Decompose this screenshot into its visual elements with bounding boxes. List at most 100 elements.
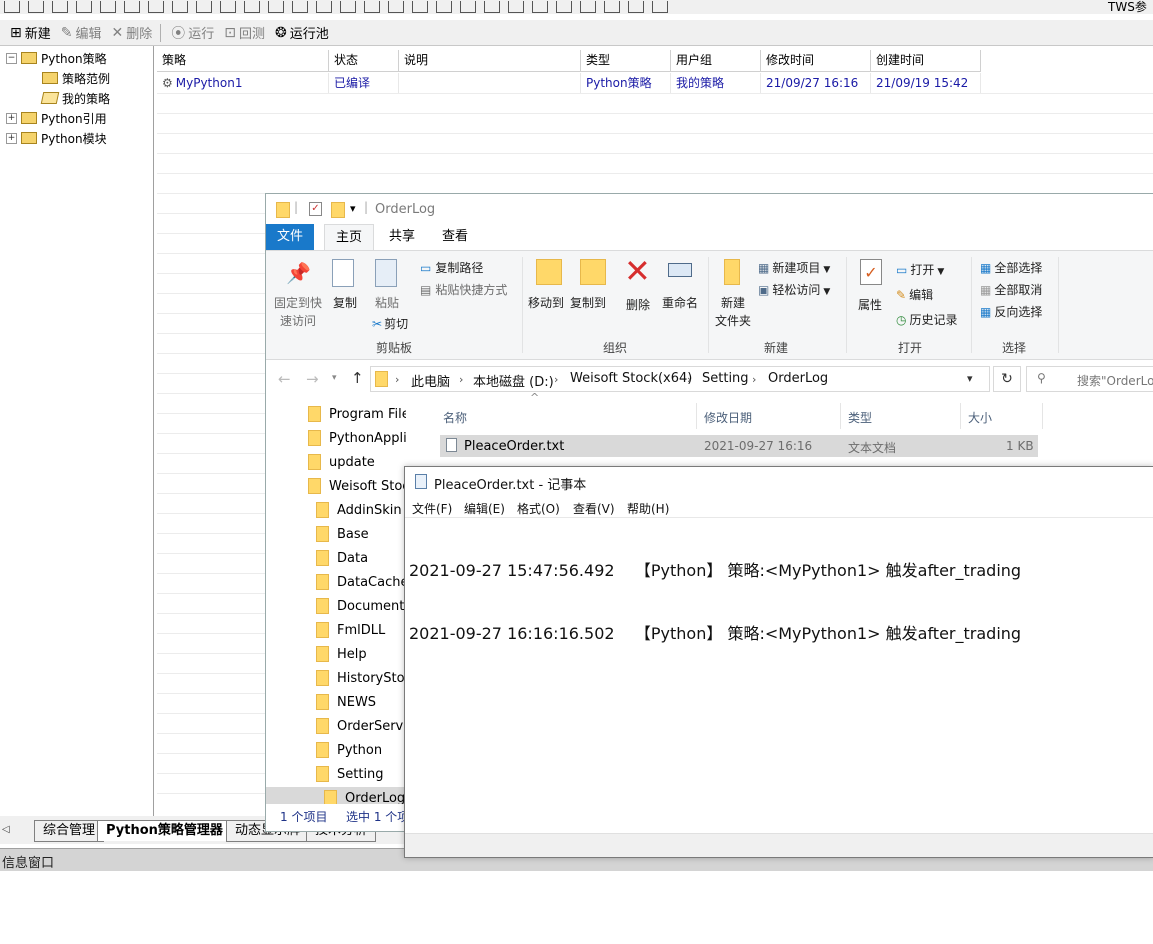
chart-icon[interactable]: [124, 1, 140, 13]
properties-button[interactable]: 属性: [858, 296, 882, 313]
back-arrow-icon[interactable]: ←: [278, 370, 291, 388]
new-item-button[interactable]: ▦ 新建项目 ▼: [758, 259, 830, 276]
column-header-type[interactable]: 类型: [848, 409, 872, 426]
up-arrow-icon[interactable]: ↑: [351, 369, 364, 387]
file-row[interactable]: PleaceOrder.txt 2021-09-27 16:16 文本文档 1 …: [440, 435, 1038, 457]
nav-item[interactable]: HistoryStock: [316, 667, 406, 689]
nav-item[interactable]: Base: [316, 523, 369, 545]
tab-home[interactable]: 主页: [324, 224, 375, 251]
copy-icon[interactable]: [220, 1, 236, 13]
menu-edit[interactable]: 编辑(E): [464, 500, 505, 517]
edit-icon[interactable]: [172, 1, 188, 13]
diamond-icon[interactable]: [148, 1, 164, 13]
nav-item[interactable]: PythonApplica: [308, 427, 406, 449]
column-separator[interactable]: [960, 403, 961, 429]
dollar-icon[interactable]: [244, 1, 260, 13]
line-icon[interactable]: [388, 1, 404, 13]
download-icon[interactable]: [52, 1, 68, 13]
nav-item[interactable]: Program Files: [308, 403, 406, 425]
pencil-icon[interactable]: [28, 1, 44, 13]
run-button[interactable]: ⦿ 运行: [171, 22, 214, 44]
nav-item[interactable]: DataCache: [316, 571, 406, 593]
refresh-button[interactable]: ↻: [993, 366, 1021, 392]
delete-button[interactable]: 删除: [626, 296, 650, 313]
tree-item-python-ref[interactable]: + Python引用: [6, 109, 107, 127]
select-none-button[interactable]: ▦ 全部取消: [980, 281, 1042, 298]
table-icon[interactable]: [268, 1, 284, 13]
fib-icon[interactable]: [460, 1, 476, 13]
rename-button[interactable]: 重命名: [662, 294, 698, 311]
recent-dropdown-icon[interactable]: ▾: [332, 373, 337, 383]
history-button[interactable]: ◷ 历史记录: [896, 311, 958, 328]
save-icon[interactable]: [652, 1, 668, 13]
properties-quick-icon[interactable]: ✓: [309, 202, 322, 216]
tab-overview[interactable]: 综合管理: [34, 820, 105, 842]
nav-item[interactable]: update: [308, 451, 375, 473]
tree-item-python-module[interactable]: + Python模块: [6, 129, 107, 147]
address-bar[interactable]: › 此电脑 › 本地磁盘 (D:) › Weisoft Stock(x64) ›…: [370, 366, 990, 392]
tws-label[interactable]: TWS参: [1108, 0, 1147, 14]
backtest-button[interactable]: ⊡ 回测: [224, 22, 265, 44]
column-header-created[interactable]: 创建时间: [871, 50, 981, 71]
tab-view[interactable]: 查看: [431, 224, 479, 250]
move-to-button[interactable]: 移动到: [528, 294, 564, 311]
nav-item[interactable]: NEWS: [316, 691, 376, 713]
nav-item[interactable]: Setting: [316, 763, 384, 785]
new-folder-quick-icon[interactable]: [331, 202, 345, 218]
column-header-name[interactable]: 名称: [443, 409, 467, 426]
menu-help[interactable]: 帮助(H): [627, 500, 669, 517]
new-folder-button[interactable]: 新建: [721, 294, 745, 311]
nav-item[interactable]: OrderLog: [266, 787, 406, 804]
run-pool-button[interactable]: ❂ 运行池: [275, 22, 329, 44]
nav-item[interactable]: AddinSkin: [316, 499, 402, 521]
forward-arrow-icon[interactable]: →: [306, 370, 319, 388]
chevron-down-icon[interactable]: ▾: [967, 372, 973, 385]
circle-icon[interactable]: [532, 1, 548, 13]
percent-icon[interactable]: [412, 1, 428, 13]
column-separator[interactable]: [840, 403, 841, 429]
tab-scroll-left-icon[interactable]: ◁: [2, 824, 10, 835]
column-header-desc[interactable]: 说明: [399, 50, 581, 71]
select-all-button[interactable]: ▦ 全部选择: [980, 259, 1042, 276]
edit-button[interactable]: ✎ 编辑: [896, 286, 933, 303]
column-header-type[interactable]: 类型: [581, 50, 671, 71]
nav-item[interactable]: Help: [316, 643, 367, 665]
paste-shortcut-button[interactable]: ▤ 粘贴快捷方式: [420, 281, 507, 298]
home-icon[interactable]: [4, 1, 20, 13]
paste-button[interactable]: 粘贴: [375, 294, 399, 311]
breadcrumb-weisoft[interactable]: Weisoft Stock(x64): [570, 371, 692, 386]
zoom-out-icon[interactable]: [316, 1, 332, 13]
new-button[interactable]: ⊞ 新建: [10, 22, 51, 44]
collapse-icon[interactable]: −: [6, 52, 17, 64]
cursor-icon[interactable]: [364, 1, 380, 13]
tree-item-examples[interactable]: 策略范例: [42, 69, 110, 87]
text-icon[interactable]: [556, 1, 572, 13]
link-icon[interactable]: [76, 1, 92, 13]
expand-icon[interactable]: +: [6, 112, 17, 124]
gear-icon[interactable]: [340, 1, 356, 13]
breadcrumb-orderlog[interactable]: OrderLog: [768, 371, 828, 386]
column-separator[interactable]: [1042, 403, 1043, 429]
nav-item[interactable]: Weisoft Stock: [308, 475, 406, 497]
invert-selection-button[interactable]: ▦ 反向选择: [980, 303, 1042, 320]
bar-icon[interactable]: [436, 1, 452, 13]
tree-item-my-strategy[interactable]: 我的策略: [40, 89, 110, 107]
grid-icon[interactable]: [100, 1, 116, 13]
lock-icon[interactable]: [580, 1, 596, 13]
delete-icon[interactable]: [628, 1, 644, 13]
close-icon[interactable]: [604, 1, 620, 13]
menu-view[interactable]: 查看(V): [573, 500, 615, 517]
nav-item[interactable]: OrderServic: [316, 715, 406, 737]
column-header-status[interactable]: 状态: [329, 50, 399, 71]
tree-item-python-strategy[interactable]: − Python策略: [6, 49, 107, 67]
expand-icon[interactable]: +: [6, 132, 17, 144]
open-button[interactable]: ▭ 打开 ▼: [896, 261, 944, 278]
quick-access-dropdown-icon[interactable]: ▾: [350, 202, 356, 215]
tab-file[interactable]: 文件: [266, 224, 315, 250]
play-icon[interactable]: [196, 1, 212, 13]
nav-item[interactable]: Document: [316, 595, 404, 617]
square-icon[interactable]: [508, 1, 524, 13]
menu-file[interactable]: 文件(F): [412, 500, 452, 517]
column-header-size[interactable]: 大小: [968, 409, 992, 426]
copy-button[interactable]: 复制: [333, 294, 357, 311]
